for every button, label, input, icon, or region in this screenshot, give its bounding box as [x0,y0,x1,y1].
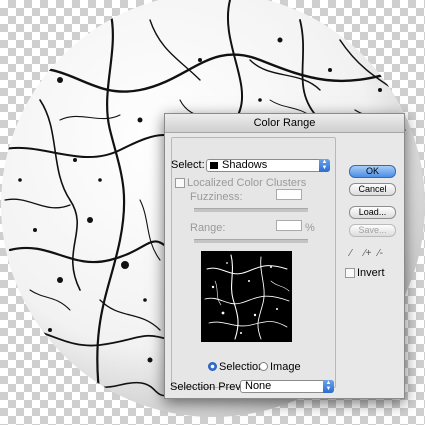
shadows-swatch [210,162,218,169]
eyedropper-icon[interactable]: ⁄ [350,248,352,259]
range-field[interactable] [276,220,302,231]
range-label: Range: [190,222,226,234]
popup-arrows-icon: ▲ ▼ [319,159,330,172]
selection-preview-dropdown[interactable]: None ▲ ▼ [240,380,334,393]
localized-clusters-label: Localized Color Clusters [187,177,307,189]
popup-arrows-icon: ▲ ▼ [323,380,334,393]
fuzziness-slider[interactable] [194,208,308,212]
cancel-button[interactable]: Cancel [349,183,396,196]
save-button[interactable]: Save... [349,224,396,237]
preview-image [204,254,290,340]
selection-preview-thumbnail [201,251,292,342]
selection-radio[interactable] [208,362,217,371]
select-value: Shadows [222,159,268,171]
localized-clusters-checkbox[interactable] [175,178,185,188]
image-radio-label: Image [270,361,301,373]
dialog-title: Color Range [165,114,404,133]
select-label: Select: [171,159,205,171]
invert-label: Invert [357,267,385,279]
fuzziness-field[interactable] [276,189,302,200]
select-dropdown[interactable]: Shadows ▲ ▼ [206,159,330,172]
eyedropper-minus-icon[interactable]: ⁄- [378,248,383,259]
ok-button[interactable]: OK [349,165,396,178]
invert-checkbox[interactable] [345,268,355,278]
fuzziness-label: Fuzziness: [190,191,243,203]
selection-preview-value: None [245,380,272,392]
eyedropper-plus-icon[interactable]: ⁄+ [364,248,372,259]
image-radio[interactable] [259,362,268,371]
range-unit: % [305,222,315,234]
load-button[interactable]: Load... [349,206,396,219]
selection-radio-label: Selection [219,361,265,373]
range-slider[interactable] [194,239,308,243]
